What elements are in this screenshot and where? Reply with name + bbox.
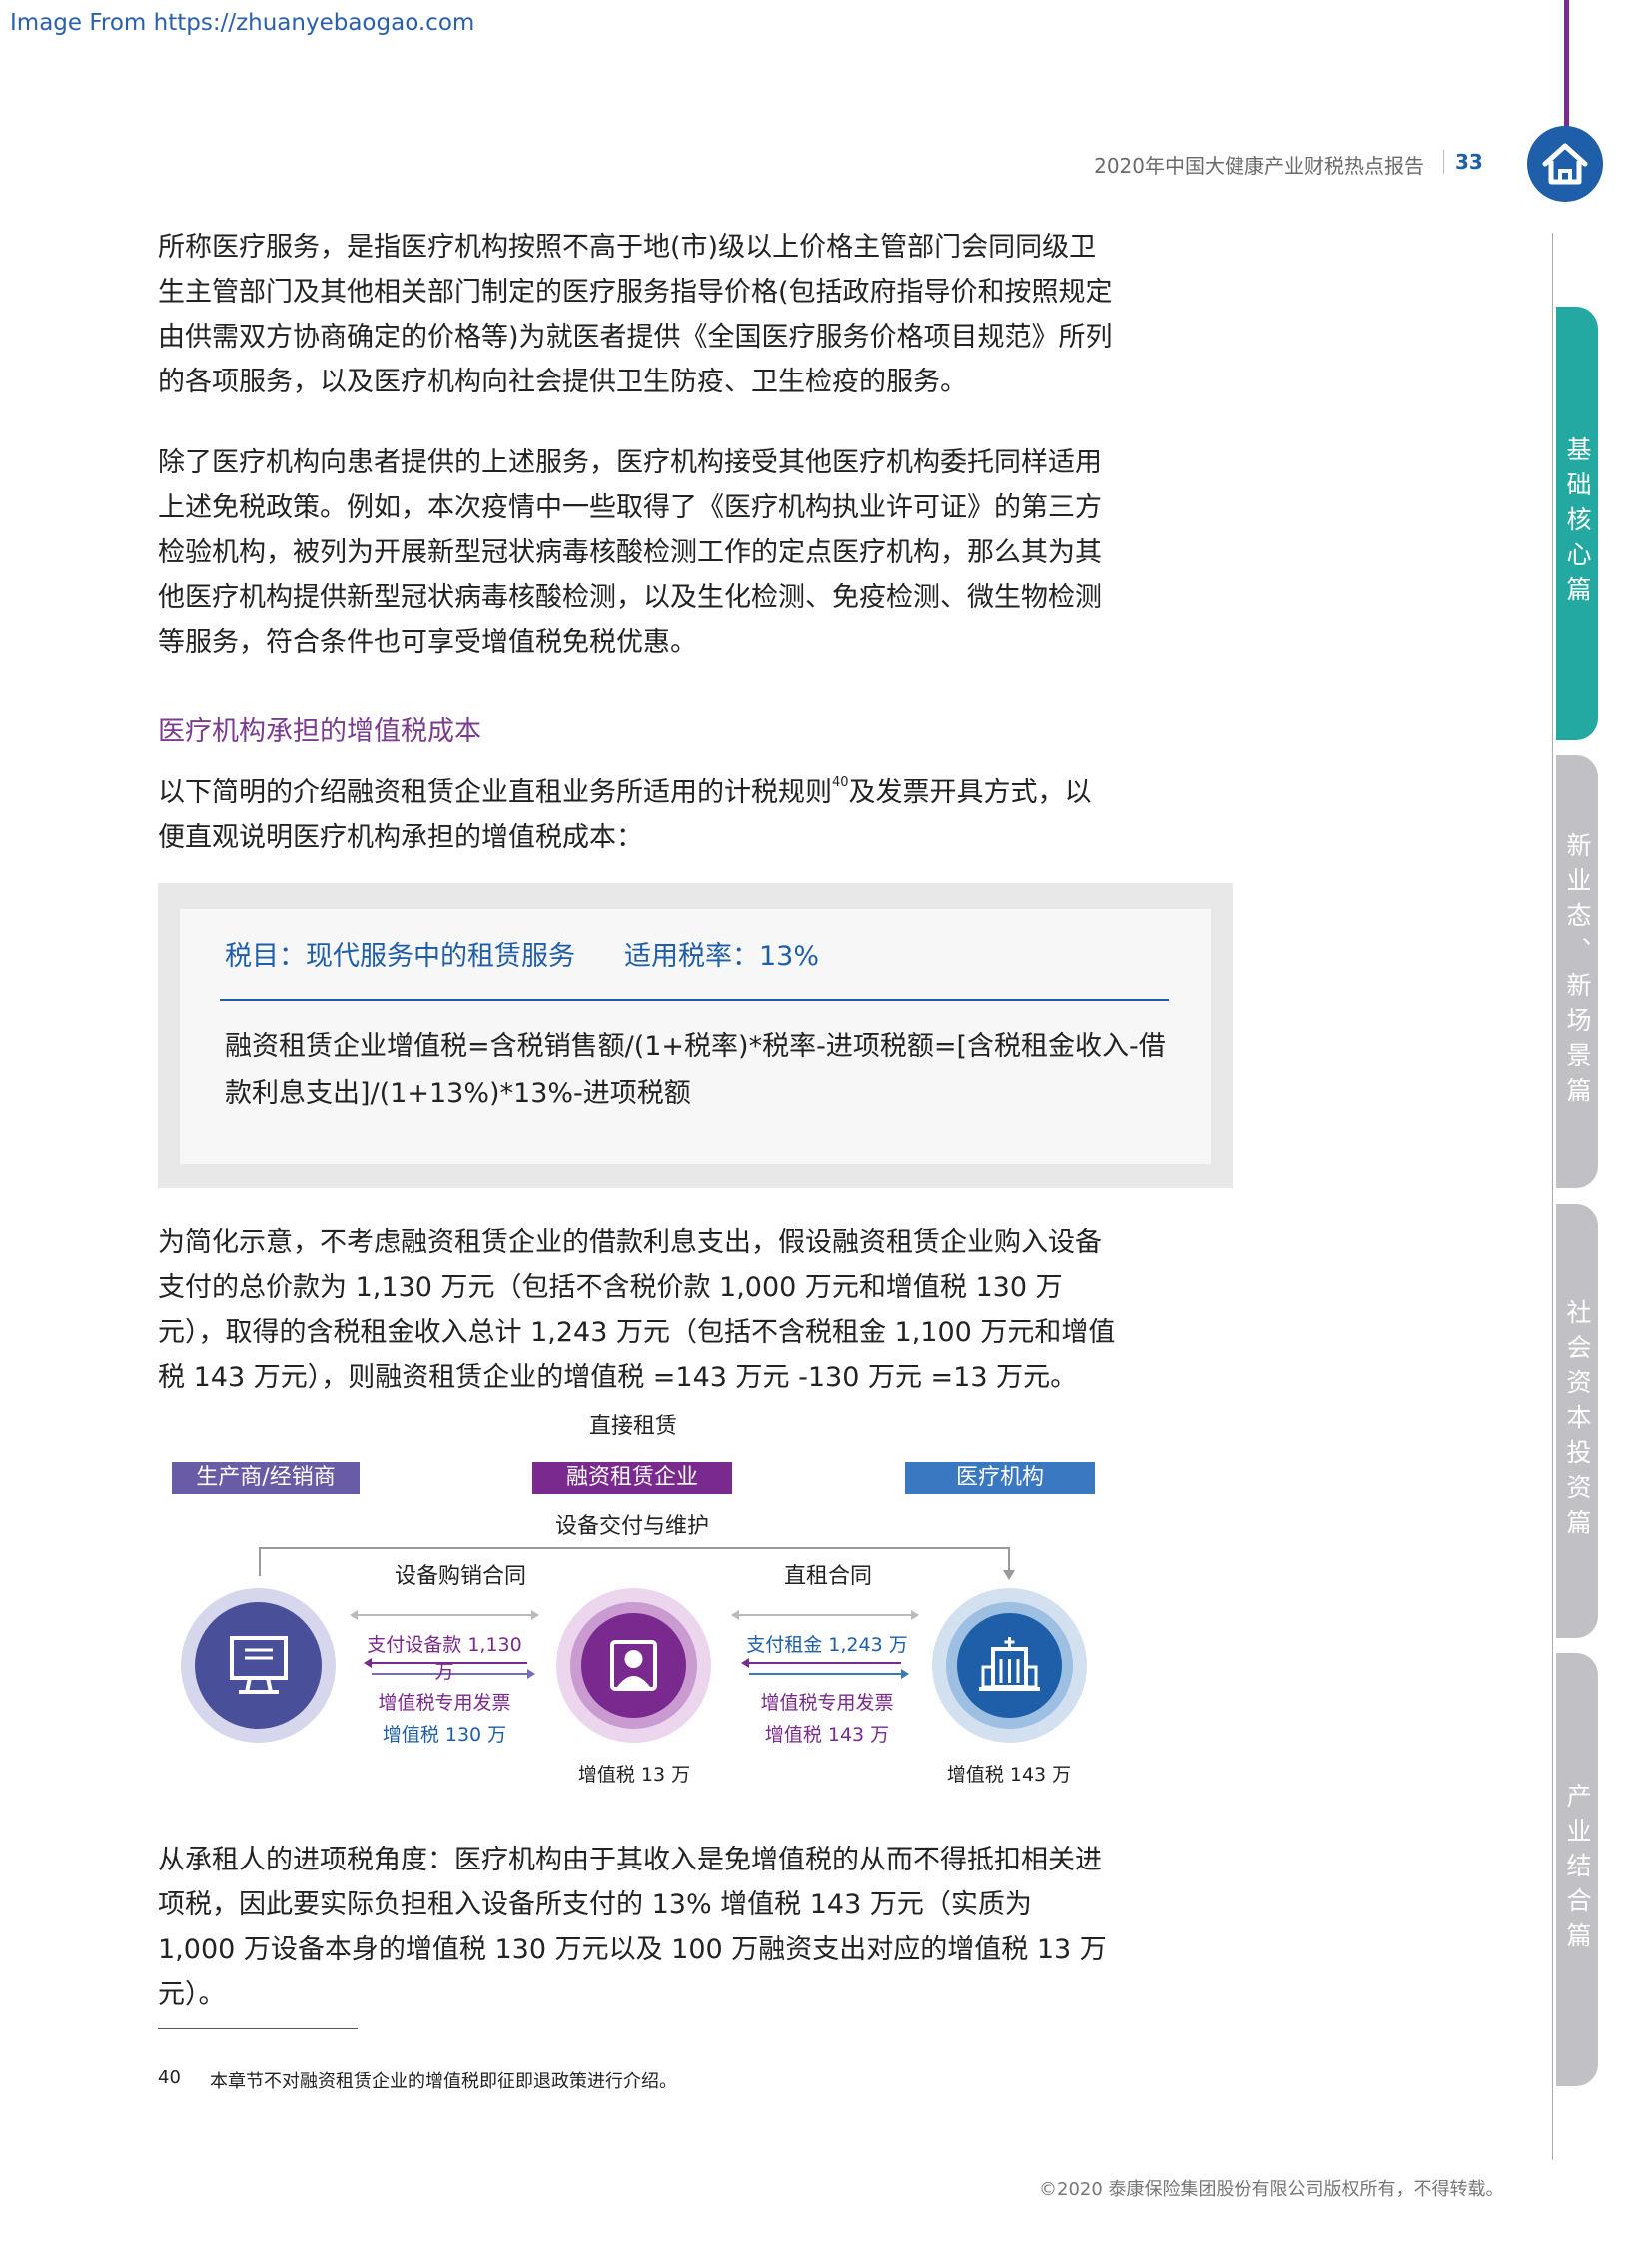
footnote-rule [158,2028,358,2029]
footnote-number: 40 [158,2067,181,2088]
vat-left-label: 增值税 130 万 [382,1724,507,1746]
payment-rent-label: 支付租金 1,243 万 [746,1634,908,1656]
invoice-right-label: 增值税专用发票 [760,1692,894,1714]
lease-contract-label: 直租合同 [784,1564,873,1589]
person-icon [581,1613,686,1718]
vat-right-label: 增值税 143 万 [764,1724,890,1746]
footnote-text: 本章节不对融资租赁企业的增值税即征即退政策进行介绍。 [210,2071,677,2092]
hospital-building-icon [957,1613,1062,1718]
payment-equipment-label: 支付设备款 1,130 万 [367,1634,522,1683]
hospital-vat-label: 增值税 143 万 [946,1764,1072,1786]
lessor-vat-label: 增值税 13 万 [577,1764,691,1786]
purchase-contract-label: 设备购销合同 [395,1564,527,1589]
copyright: ©2020 泰康保险集团股份有限公司版权所有，不得转载。 [1039,2179,1504,2200]
paragraph-lessee-input-tax: 从承租人的进项税角度：医疗机构由于其收入是免增值税的从而不得抵扣相关进项税，因此… [158,1845,1107,2010]
computer-icon [195,1602,322,1729]
invoice-left-label: 增值税专用发票 [378,1692,511,1714]
